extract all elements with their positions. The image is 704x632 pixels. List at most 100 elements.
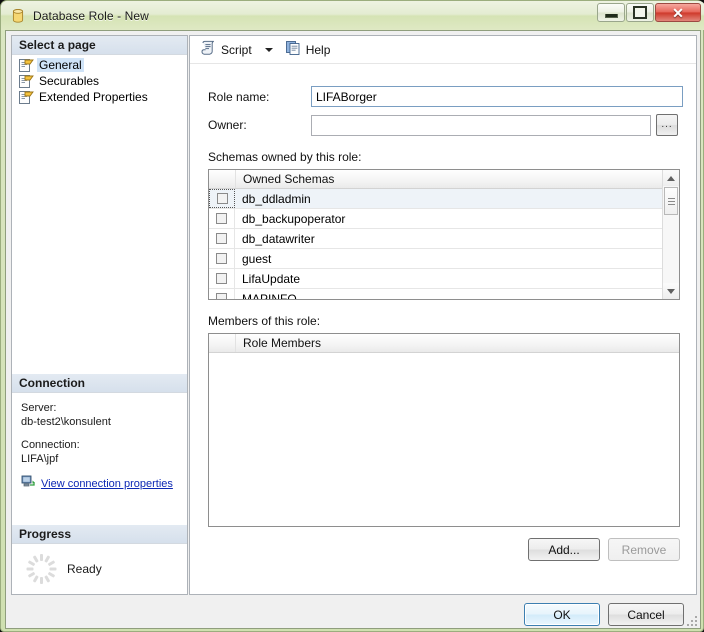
table-row[interactable]: LifaUpdate <box>209 269 679 289</box>
server-group: Server: db-test2\konsulent <box>21 401 178 429</box>
help-icon <box>285 40 302 59</box>
member-actions: Add... Remove <box>190 538 680 561</box>
progress-body: Ready <box>12 544 187 584</box>
role-members-column-label: Role Members <box>236 336 321 350</box>
role-name-row: Role name: LIFABorger <box>190 86 696 107</box>
close-icon: ✕ <box>672 6 684 20</box>
members-label: Members of this role: <box>190 314 696 328</box>
page-icon <box>18 58 34 73</box>
owner-label: Owner: <box>208 118 311 132</box>
view-connection-properties-link[interactable]: View connection properties <box>41 477 173 491</box>
scroll-down-button[interactable] <box>663 283 679 299</box>
page-icon <box>18 90 34 105</box>
checkbox-column-header <box>209 170 236 188</box>
table-row[interactable]: db_backupoperator <box>209 209 679 229</box>
connection-value: LIFA\jpf <box>21 452 178 466</box>
spinner-icon <box>26 554 56 584</box>
role-members-header: Role Members <box>209 334 679 353</box>
checkbox-icon[interactable] <box>216 253 227 264</box>
minimize-icon <box>605 14 618 18</box>
checkbox-icon[interactable] <box>216 273 227 284</box>
progress-header: Progress <box>12 525 187 544</box>
owned-schemas-column-label: Owned Schemas <box>236 172 334 186</box>
restore-icon <box>633 6 647 19</box>
owner-input[interactable] <box>311 115 651 136</box>
page-icon <box>18 74 34 89</box>
sidebar-item-securables[interactable]: Securables <box>16 73 187 89</box>
connection-properties-icon <box>21 475 36 493</box>
owner-browse-button[interactable]: ... <box>656 114 678 136</box>
connection-group: Connection: LIFA\jpf <box>21 438 178 466</box>
checkbox-icon[interactable] <box>216 293 227 300</box>
sidebar-item-general[interactable]: General <box>16 57 187 73</box>
owned-schemas-grid[interactable]: Owned Schemas db_ddladmin db_backupopera… <box>208 169 680 300</box>
sidebar-item-label: General <box>37 58 84 72</box>
row-checkbox-cell[interactable] <box>209 209 235 228</box>
owned-schemas-header: Owned Schemas <box>209 170 679 189</box>
chevron-up-icon <box>667 176 675 181</box>
chevron-down-icon <box>667 289 675 294</box>
row-checkbox-cell[interactable] <box>209 289 235 300</box>
connection-label: Connection: <box>21 438 178 452</box>
table-row[interactable]: db_ddladmin <box>209 189 679 209</box>
cancel-button[interactable]: Cancel <box>608 603 684 626</box>
restore-button[interactable] <box>626 3 654 22</box>
window-controls: ✕ <box>597 3 701 22</box>
resize-grip[interactable] <box>685 614 697 626</box>
dialog-footer: OK Cancel <box>5 600 701 629</box>
table-row[interactable]: guest <box>209 249 679 269</box>
server-label: Server: <box>21 401 178 415</box>
sidebar-item-extended-properties[interactable]: Extended Properties <box>16 89 187 105</box>
table-row[interactable]: db_datawriter <box>209 229 679 249</box>
row-checkbox-cell[interactable] <box>209 189 235 208</box>
general-form: Role name: LIFABorger Owner: ... Schemas… <box>190 64 696 561</box>
remove-button: Remove <box>608 538 680 561</box>
sidebar-item-label: Securables <box>37 74 101 88</box>
progress-status: Ready <box>67 562 102 576</box>
role-name-label: Role name: <box>208 90 311 104</box>
dialog-actions: OK Cancel <box>524 603 684 626</box>
left-pane: Select a page General <box>11 35 188 595</box>
chevron-down-icon[interactable] <box>265 48 273 52</box>
row-checkbox-cell[interactable] <box>209 249 235 268</box>
progress-section: Progress Ready <box>12 525 187 584</box>
checkbox-column-header <box>209 334 236 352</box>
select-a-page-header: Select a page <box>12 36 187 55</box>
schema-name: db_ddladmin <box>235 192 311 206</box>
checkbox-icon[interactable] <box>216 213 227 224</box>
ok-button[interactable]: OK <box>524 603 600 626</box>
role-name-input[interactable]: LIFABorger <box>311 86 683 107</box>
row-checkbox-cell[interactable] <box>209 229 235 248</box>
close-button[interactable]: ✕ <box>655 3 701 22</box>
schema-name: LifaUpdate <box>235 272 300 286</box>
schema-name: MAPINFO <box>235 292 297 301</box>
table-row[interactable]: MAPINFO <box>209 289 679 300</box>
add-button[interactable]: Add... <box>528 538 600 561</box>
schema-name: db_backupoperator <box>235 212 345 226</box>
script-label: Script <box>221 43 252 57</box>
role-members-grid[interactable]: Role Members <box>208 333 680 527</box>
title-bar[interactable]: Database Role - New ✕ <box>1 1 704 30</box>
dialog-window: Database Role - New ✕ Select a page <box>0 0 704 632</box>
script-button[interactable]: Script <box>196 38 256 61</box>
owner-row: Owner: ... <box>190 114 696 136</box>
view-connection-properties-row[interactable]: View connection properties <box>21 475 178 493</box>
window-title: Database Role - New <box>33 9 149 23</box>
connection-header: Connection <box>12 374 187 393</box>
help-label: Help <box>306 43 331 57</box>
schemas-scrollbar[interactable] <box>662 170 679 299</box>
checkbox-icon[interactable] <box>216 233 227 244</box>
row-checkbox-cell[interactable] <box>209 269 235 288</box>
connection-body: Server: db-test2\konsulent Connection: L… <box>12 393 187 497</box>
toolbar: Script Help <box>190 36 696 64</box>
client-area: Select a page General <box>5 30 701 600</box>
scroll-up-button[interactable] <box>663 170 679 186</box>
sidebar-item-label: Extended Properties <box>37 90 150 104</box>
scrollbar-thumb[interactable] <box>664 187 678 215</box>
minimize-button[interactable] <box>597 3 625 22</box>
help-button[interactable]: Help <box>281 38 335 61</box>
schemas-label: Schemas owned by this role: <box>190 150 696 164</box>
checkbox-icon[interactable] <box>217 193 228 204</box>
server-value: db-test2\konsulent <box>21 415 178 429</box>
page-list: General Securables <box>12 55 187 105</box>
